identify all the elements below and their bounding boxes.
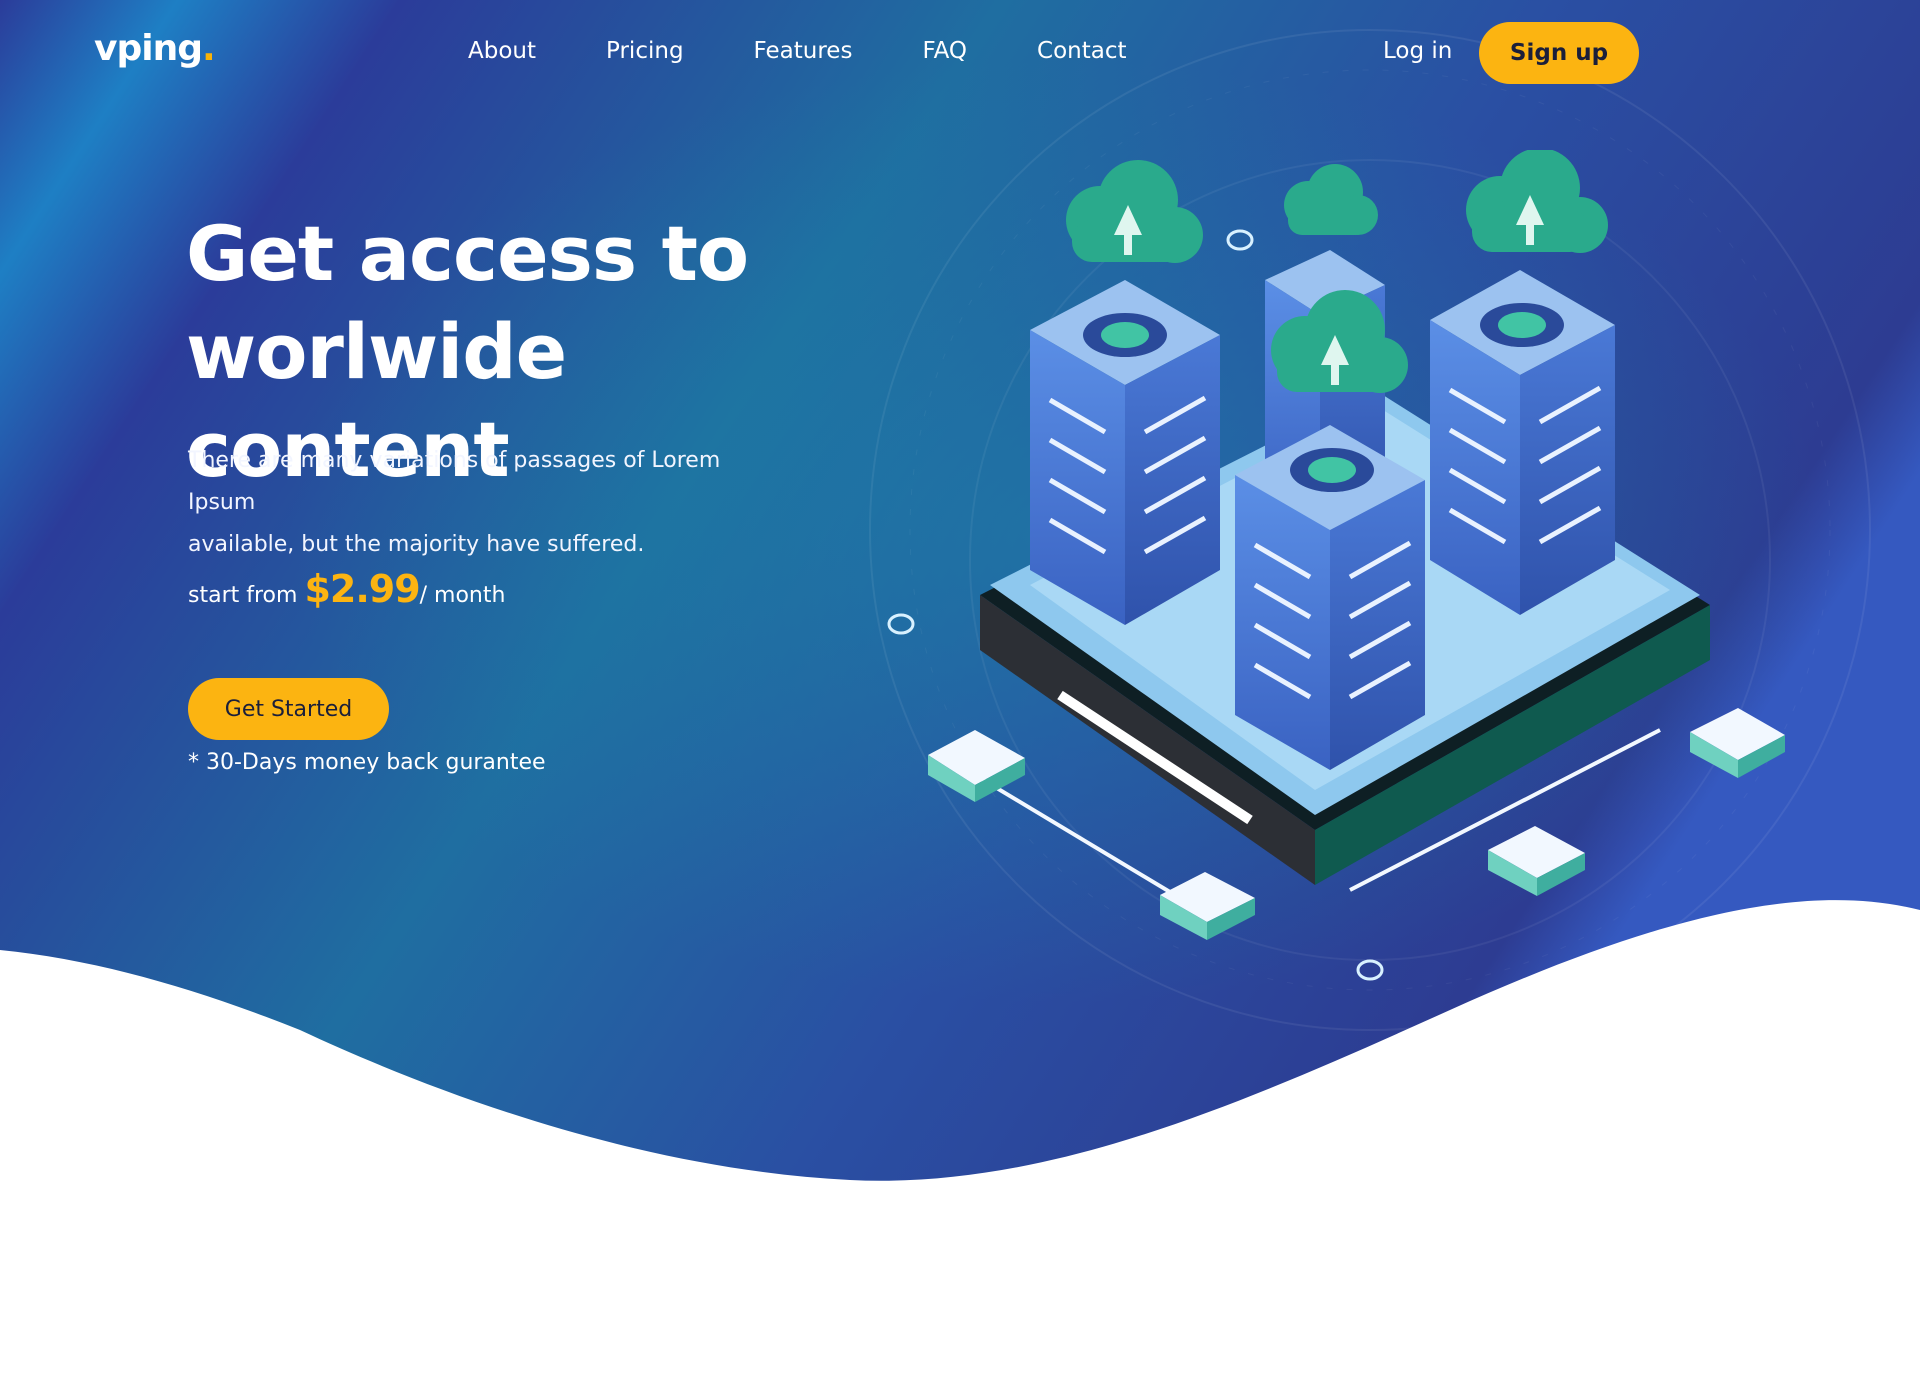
signup-button[interactable]: Sign up — [1479, 22, 1639, 84]
nav-link-contact[interactable]: Contact — [1037, 38, 1126, 64]
cloud-upload-icon-right — [1466, 150, 1608, 253]
subtext-line-2: available, but the majority have suffere… — [188, 532, 645, 557]
cloud-upload-icon-back — [1284, 164, 1378, 235]
server-illustration — [887, 150, 1785, 981]
brand-dot: . — [201, 28, 216, 69]
nav-link-features[interactable]: Features — [754, 38, 853, 64]
nav-link-faq[interactable]: FAQ — [922, 38, 967, 64]
brand-name: vping — [94, 28, 203, 69]
server-rack-icon-left — [1030, 280, 1220, 625]
brand-logo[interactable]: vping. — [94, 28, 216, 69]
orbit-dot-4 — [1356, 959, 1384, 981]
top-navigation: vping. About Pricing Features FAQ Contac… — [0, 0, 1920, 110]
network-node-icon-4 — [1690, 708, 1785, 778]
hero-section: vping. About Pricing Features FAQ Contac… — [0, 0, 1920, 1400]
money-back-note: * 30-Days money back gurantee — [188, 750, 546, 775]
hero-subtext: There are many variations of passages of… — [188, 440, 788, 566]
nav-links: About Pricing Features FAQ Contact — [468, 38, 1197, 64]
headline-line-1: Get access to — [186, 209, 749, 298]
server-rack-icon-front — [1235, 425, 1425, 770]
cloud-upload-icon-left — [1066, 160, 1203, 263]
nav-link-about[interactable]: About — [468, 38, 536, 64]
subtext-line-1: There are many variations of passages of… — [188, 448, 721, 515]
orbit-dot-1 — [1226, 229, 1254, 251]
login-link[interactable]: Log in — [1383, 38, 1452, 64]
server-rack-icon-right — [1430, 270, 1615, 615]
price-line: start from $2.99/ month — [188, 567, 505, 611]
nav-link-pricing[interactable]: Pricing — [606, 38, 684, 64]
price-amount: $2.99 — [304, 567, 420, 611]
price-prefix: start from — [188, 583, 298, 608]
network-node-icon-3 — [1488, 826, 1585, 896]
price-suffix: / month — [419, 583, 506, 608]
network-node-icon-2 — [1160, 872, 1255, 940]
network-node-icon-1 — [928, 730, 1025, 802]
orbit-dot-3 — [887, 613, 915, 635]
get-started-button[interactable]: Get Started — [188, 678, 389, 740]
